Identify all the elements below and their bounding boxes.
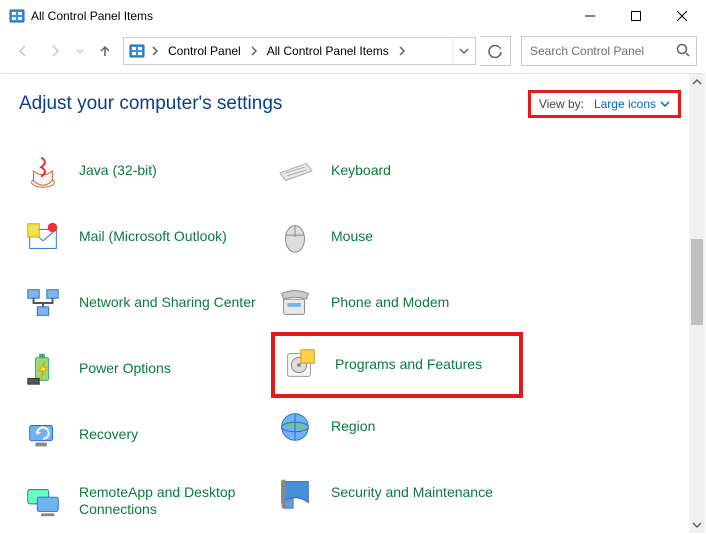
chevron-down-icon: [660, 99, 670, 109]
breadcrumb-sep[interactable]: [148, 38, 162, 64]
cp-item-label: Power Options: [79, 360, 171, 378]
remoteapp-icon: [23, 481, 63, 521]
breadcrumb-item-all-items[interactable]: All Control Panel Items: [263, 38, 393, 64]
scroll-track[interactable]: [689, 90, 705, 517]
cp-item-label: Mail (Microsoft Outlook): [79, 228, 227, 246]
control-panel-icon: [9, 8, 25, 24]
view-by-value: Large icons: [594, 97, 656, 111]
nav-up-button[interactable]: [91, 37, 119, 65]
title-bar: All Control Panel Items: [1, 1, 705, 31]
cp-item-remoteapp[interactable]: RemoteApp and Desktop Connections: [19, 468, 271, 533]
content-area: Adjust your computer's settings View by:…: [1, 73, 705, 533]
scroll-down-button[interactable]: [689, 517, 705, 533]
header-row: Adjust your computer's settings View by:…: [19, 90, 681, 118]
cp-item-java[interactable]: Java (32-bit): [19, 138, 271, 204]
cp-item-label: Security and Maintenance: [331, 484, 493, 502]
mail-icon: [23, 217, 63, 257]
view-by-dropdown[interactable]: Large icons: [594, 97, 670, 111]
security-icon: [275, 473, 315, 513]
recovery-icon: [23, 415, 63, 455]
search-icon: [676, 43, 690, 60]
cp-item-recovery[interactable]: Recovery: [19, 402, 271, 468]
cp-item-label: Programs and Features: [335, 356, 482, 374]
programs-icon: [279, 345, 319, 385]
cp-item-power[interactable]: Power Options: [19, 336, 271, 402]
cp-item-network[interactable]: Network and Sharing Center: [19, 270, 271, 336]
breadcrumb-sep[interactable]: [395, 38, 409, 64]
page-title: Adjust your computer's settings: [19, 93, 282, 115]
java-icon: [23, 151, 63, 191]
items-column-right: Keyboard Mouse Phone and Modem Programs and…: [271, 138, 523, 533]
maximize-button[interactable]: [613, 1, 659, 31]
close-button[interactable]: [659, 1, 705, 31]
nav-history-dropdown[interactable]: [73, 37, 87, 65]
cp-item-speech[interactable]: Speech Recognition: [271, 526, 523, 533]
cp-item-programs[interactable]: Programs and Features: [271, 332, 523, 398]
cp-item-keyboard[interactable]: Keyboard: [271, 138, 523, 204]
region-icon: [275, 407, 315, 447]
mouse-icon: [275, 217, 315, 257]
scroll-up-button[interactable]: [689, 74, 705, 90]
cp-item-label: Phone and Modem: [331, 294, 449, 312]
view-by-control-highlighted: View by: Large icons: [528, 90, 681, 118]
breadcrumb-sep[interactable]: [247, 38, 261, 64]
cp-item-label: Java (32-bit): [79, 162, 157, 180]
keyboard-icon: [275, 151, 315, 191]
cp-item-phone[interactable]: Phone and Modem: [271, 270, 523, 336]
nav-forward-button[interactable]: [41, 37, 69, 65]
search-input[interactable]: [528, 43, 670, 59]
cp-item-region[interactable]: Region: [271, 394, 523, 460]
address-history-dropdown[interactable]: [452, 38, 475, 64]
view-by-label: View by:: [539, 97, 584, 111]
vertical-scrollbar[interactable]: [689, 74, 705, 533]
cp-item-security[interactable]: Security and Maintenance: [271, 460, 523, 526]
scroll-thumb[interactable]: [691, 239, 703, 324]
items-column-left: Java (32-bit) Mail (Microsoft Outlook) Net…: [19, 138, 271, 533]
search-box[interactable]: [521, 36, 697, 66]
refresh-button[interactable]: [480, 36, 511, 66]
address-bar-row: Control Panel All Control Panel Items: [1, 31, 705, 73]
cp-item-mail[interactable]: Mail (Microsoft Outlook): [19, 204, 271, 270]
cp-item-label: Network and Sharing Center: [79, 294, 256, 312]
cp-item-label: Region: [331, 418, 375, 436]
network-icon: [23, 283, 63, 323]
control-panel-icon: [128, 42, 146, 60]
cp-item-mouse[interactable]: Mouse: [271, 204, 523, 270]
cp-item-label: RemoteApp and Desktop Connections: [79, 484, 267, 519]
power-icon: [23, 349, 63, 389]
cp-item-label: Keyboard: [331, 162, 391, 180]
phone-icon: [275, 283, 315, 323]
nav-back-button[interactable]: [9, 37, 37, 65]
breadcrumb: Control Panel All Control Panel Items: [123, 37, 476, 65]
breadcrumb-item-control-panel[interactable]: Control Panel: [164, 38, 245, 64]
cp-item-label: Recovery: [79, 426, 138, 444]
window: All Control Panel Items: [0, 0, 706, 534]
cp-item-label: Mouse: [331, 228, 373, 246]
minimize-button[interactable]: [567, 1, 613, 31]
window-title: All Control Panel Items: [31, 9, 153, 23]
